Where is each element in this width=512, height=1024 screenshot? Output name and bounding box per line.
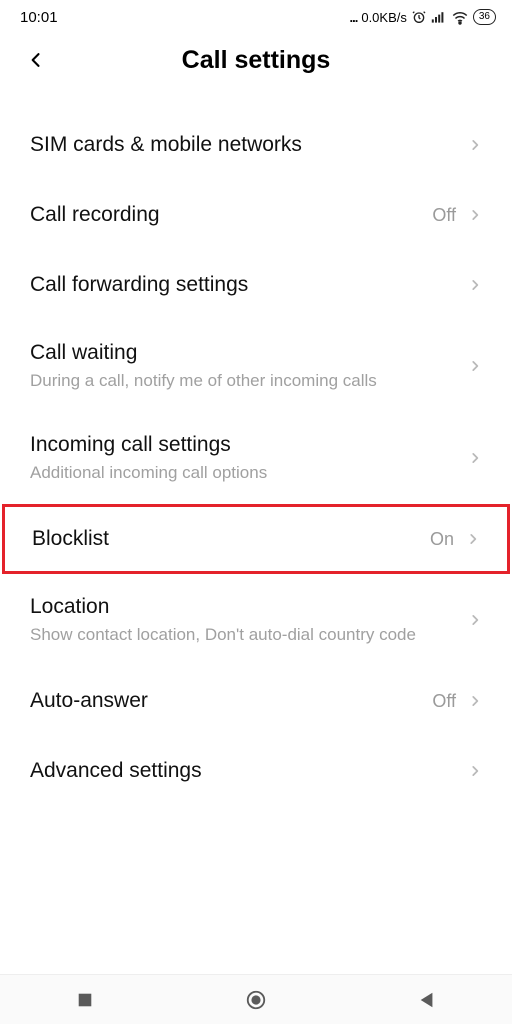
settings-row[interactable]: Auto-answer Off: [0, 666, 512, 736]
chevron-right-icon: [468, 136, 482, 154]
chevron-right-icon: [468, 692, 482, 710]
app-header: Call settings: [0, 34, 512, 86]
chevron-right-icon: [466, 530, 480, 548]
signal-icon: [431, 9, 447, 25]
row-main: SIM cards & mobile networks: [30, 132, 456, 158]
status-net-speed: 0.0KB/s: [361, 10, 407, 25]
settings-row[interactable]: Advanced settings: [0, 736, 512, 806]
row-subtitle: During a call, notify me of other incomi…: [30, 370, 456, 392]
row-main: Blocklist: [32, 526, 418, 552]
settings-row[interactable]: Call waiting During a call, notify me of …: [0, 320, 512, 412]
status-right: ... 0.0KB/s 36: [350, 9, 497, 25]
chevron-right-icon: [468, 206, 482, 224]
row-value: On: [430, 529, 454, 550]
chevron-left-icon: [26, 50, 46, 70]
row-title: Call recording: [30, 202, 420, 228]
wifi-icon: [451, 9, 469, 25]
chevron-right-icon: [468, 762, 482, 780]
row-title: Blocklist: [32, 526, 418, 552]
square-icon: [76, 991, 94, 1009]
settings-row[interactable]: Call forwarding settings: [0, 250, 512, 320]
settings-row[interactable]: Blocklist On: [2, 504, 510, 574]
row-main: Auto-answer: [30, 688, 420, 714]
row-main: Call recording: [30, 202, 420, 228]
row-title: Auto-answer: [30, 688, 420, 714]
row-main: Advanced settings: [30, 758, 456, 784]
status-bar: 10:01 ... 0.0KB/s 36: [0, 0, 512, 34]
page-title: Call settings: [182, 46, 331, 75]
settings-row[interactable]: SIM cards & mobile networks: [0, 110, 512, 180]
triangle-left-icon: [418, 991, 436, 1009]
row-title: Incoming call settings: [30, 432, 456, 458]
row-title: SIM cards & mobile networks: [30, 132, 456, 158]
battery-icon: 36: [473, 9, 496, 25]
row-title: Location: [30, 594, 456, 620]
row-value: Off: [432, 205, 456, 226]
chevron-right-icon: [468, 611, 482, 629]
row-subtitle: Show contact location, Don't auto-dial c…: [30, 624, 456, 646]
row-main: Call forwarding settings: [30, 272, 456, 298]
settings-row[interactable]: Incoming call settings Additional incomin…: [0, 412, 512, 504]
alarm-icon: [411, 9, 427, 25]
row-title: Call forwarding settings: [30, 272, 456, 298]
row-main: Location Show contact location, Don't aut…: [30, 594, 456, 646]
nav-back-button[interactable]: [397, 980, 457, 1020]
row-title: Call waiting: [30, 340, 456, 366]
nav-recents-button[interactable]: [55, 980, 115, 1020]
settings-row[interactable]: Location Show contact location, Don't aut…: [0, 574, 512, 666]
chevron-right-icon: [468, 276, 482, 294]
battery-level: 36: [479, 10, 490, 24]
circle-icon: [245, 989, 267, 1011]
row-value: Off: [432, 691, 456, 712]
android-navbar: [0, 974, 512, 1024]
nav-home-button[interactable]: [226, 980, 286, 1020]
status-time: 10:01: [20, 9, 58, 26]
row-main: Incoming call settings Additional incomin…: [30, 432, 456, 484]
settings-row[interactable]: Call recording Off: [0, 180, 512, 250]
row-main: Call waiting During a call, notify me of …: [30, 340, 456, 392]
row-title: Advanced settings: [30, 758, 456, 784]
settings-list: SIM cards & mobile networks Call recordin…: [0, 110, 512, 806]
chevron-right-icon: [468, 357, 482, 375]
back-button[interactable]: [20, 44, 52, 76]
chevron-right-icon: [468, 449, 482, 467]
row-subtitle: Additional incoming call options: [30, 462, 456, 484]
status-more-icon: ...: [350, 10, 358, 25]
